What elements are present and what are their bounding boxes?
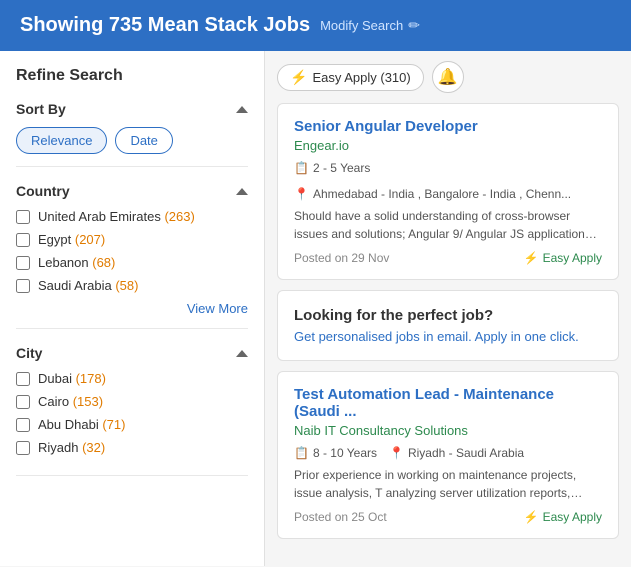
city-label-dubai[interactable]: Dubai (178) xyxy=(38,371,106,386)
country-view-more[interactable]: View More xyxy=(16,301,248,316)
country-label: Country xyxy=(16,183,70,199)
experience-meta-1: 📋 8 - 10 Years xyxy=(294,446,377,460)
country-section: Country United Arab Emirates (263) Egypt… xyxy=(16,183,248,329)
count-egypt: (207) xyxy=(75,232,105,247)
count-dubai: (178) xyxy=(76,371,106,386)
country-label-uae[interactable]: United Arab Emirates (263) xyxy=(38,209,195,224)
sidebar: Refine Search Sort By Relevance Date Cou… xyxy=(0,51,265,566)
easy-apply-icon-1: ⚡ xyxy=(524,510,539,524)
easy-apply-chip-icon: ⚡ xyxy=(290,69,307,86)
sort-buttons: Relevance Date xyxy=(16,127,248,154)
country-item-saudi: Saudi Arabia (58) xyxy=(16,278,248,293)
main-layout: Refine Search Sort By Relevance Date Cou… xyxy=(0,51,631,566)
job-desc-0: Should have a solid understanding of cro… xyxy=(294,207,602,243)
modify-search-label: Modify Search xyxy=(320,18,403,33)
location-value-1: Riyadh - Saudi Arabia xyxy=(408,446,524,460)
notification-button[interactable]: 🔔 xyxy=(432,61,464,93)
location-icon-1: 📍 xyxy=(389,446,404,460)
sidebar-title: Refine Search xyxy=(16,67,248,85)
location-icon-0: 📍 xyxy=(294,187,309,201)
sort-by-chevron-icon xyxy=(236,106,248,113)
country-header: Country xyxy=(16,183,248,199)
job-desc-1: Prior experience in working on maintenan… xyxy=(294,466,602,502)
city-section: City Dubai (178) Cairo (153) Abu Dhabi (… xyxy=(16,345,248,476)
sort-by-label: Sort By xyxy=(16,101,66,117)
briefcase-icon-0: 📋 xyxy=(294,161,309,175)
location-value-0: Ahmedabad - India , Bangalore - India , … xyxy=(313,187,571,201)
job-meta-1: 📋 8 - 10 Years 📍 Riyadh - Saudi Arabia xyxy=(294,446,602,460)
city-label-riyadh[interactable]: Riyadh (32) xyxy=(38,440,105,455)
company-name-1[interactable]: Naib IT Consultancy Solutions xyxy=(294,423,602,438)
city-item-abudhabi: Abu Dhabi (71) xyxy=(16,417,248,432)
right-panel: ⚡ Easy Apply (310) 🔔 Senior Angular Deve… xyxy=(265,51,631,566)
promo-card: Looking for the perfect job? Get persona… xyxy=(277,290,619,361)
city-checkbox-cairo[interactable] xyxy=(16,395,30,409)
location-meta-0: 📍 Ahmedabad - India , Bangalore - India … xyxy=(294,187,571,201)
easy-apply-chip-label: Easy Apply (310) xyxy=(312,70,410,85)
city-item-riyadh: Riyadh (32) xyxy=(16,440,248,455)
count-cairo: (153) xyxy=(73,394,103,409)
promo-title: Looking for the perfect job? xyxy=(294,307,602,324)
notification-icon: 🔔 xyxy=(438,67,458,87)
count-lebanon: (68) xyxy=(92,255,115,270)
city-label-cairo[interactable]: Cairo (153) xyxy=(38,394,103,409)
count-saudi: (58) xyxy=(115,278,138,293)
easy-apply-tag-1[interactable]: ⚡ Easy Apply xyxy=(524,510,602,524)
city-item-cairo: Cairo (153) xyxy=(16,394,248,409)
page-title: Showing 735 Mean Stack Jobs xyxy=(20,14,310,37)
job-card-1: Test Automation Lead - Maintenance (Saud… xyxy=(277,371,619,539)
posted-date-1: Posted on 25 Oct xyxy=(294,510,387,524)
easy-apply-icon-0: ⚡ xyxy=(524,251,539,265)
experience-value-1: 8 - 10 Years xyxy=(313,446,377,460)
city-checkbox-riyadh[interactable] xyxy=(16,441,30,455)
count-uae: (263) xyxy=(164,209,194,224)
country-chevron-icon xyxy=(236,188,248,195)
easy-apply-label-1: Easy Apply xyxy=(543,510,602,524)
country-item-lebanon: Lebanon (68) xyxy=(16,255,248,270)
job-meta-0: 📋 2 - 5 Years 📍 Ahmedabad - India , Bang… xyxy=(294,161,602,201)
country-checkbox-lebanon[interactable] xyxy=(16,256,30,270)
city-checkbox-dubai[interactable] xyxy=(16,372,30,386)
modify-search-link[interactable]: Modify Search ✏ xyxy=(320,17,420,34)
country-label-saudi[interactable]: Saudi Arabia (58) xyxy=(38,278,138,293)
page-header: Showing 735 Mean Stack Jobs Modify Searc… xyxy=(0,0,631,51)
location-meta-1: 📍 Riyadh - Saudi Arabia xyxy=(389,446,524,460)
country-label-lebanon[interactable]: Lebanon (68) xyxy=(38,255,115,270)
sort-relevance-button[interactable]: Relevance xyxy=(16,127,107,154)
easy-apply-label-0: Easy Apply xyxy=(543,251,602,265)
city-header: City xyxy=(16,345,248,361)
country-checkbox-saudi[interactable] xyxy=(16,279,30,293)
country-checkbox-uae[interactable] xyxy=(16,210,30,224)
city-label-abudhabi[interactable]: Abu Dhabi (71) xyxy=(38,417,125,432)
city-chevron-icon xyxy=(236,350,248,357)
pencil-icon: ✏ xyxy=(408,17,420,34)
city-label: City xyxy=(16,345,42,361)
job-title-0[interactable]: Senior Angular Developer xyxy=(294,118,602,135)
country-checkbox-egypt[interactable] xyxy=(16,233,30,247)
easy-apply-chip[interactable]: ⚡ Easy Apply (310) xyxy=(277,64,424,91)
filter-chips-row: ⚡ Easy Apply (310) 🔔 xyxy=(277,61,619,93)
city-checkbox-abudhabi[interactable] xyxy=(16,418,30,432)
sort-by-section: Sort By Relevance Date xyxy=(16,101,248,167)
country-label-egypt[interactable]: Egypt (207) xyxy=(38,232,105,247)
job-card-0: Senior Angular Developer Engear.io 📋 2 -… xyxy=(277,103,619,280)
job-title-1[interactable]: Test Automation Lead - Maintenance (Saud… xyxy=(294,386,602,420)
sort-by-header: Sort By xyxy=(16,101,248,117)
count-riyadh: (32) xyxy=(82,440,105,455)
city-item-dubai: Dubai (178) xyxy=(16,371,248,386)
job-footer-1: Posted on 25 Oct ⚡ Easy Apply xyxy=(294,510,602,524)
country-item-uae: United Arab Emirates (263) xyxy=(16,209,248,224)
promo-description: Get personalised jobs in email. Apply in… xyxy=(294,329,602,344)
briefcase-icon-1: 📋 xyxy=(294,446,309,460)
experience-value-0: 2 - 5 Years xyxy=(313,161,370,175)
count-abudhabi: (71) xyxy=(102,417,125,432)
job-footer-0: Posted on 29 Nov ⚡ Easy Apply xyxy=(294,251,602,265)
easy-apply-tag-0[interactable]: ⚡ Easy Apply xyxy=(524,251,602,265)
company-name-0[interactable]: Engear.io xyxy=(294,138,602,153)
posted-date-0: Posted on 29 Nov xyxy=(294,251,389,265)
experience-meta-0: 📋 2 - 5 Years xyxy=(294,161,370,175)
sort-date-button[interactable]: Date xyxy=(115,127,172,154)
country-item-egypt: Egypt (207) xyxy=(16,232,248,247)
